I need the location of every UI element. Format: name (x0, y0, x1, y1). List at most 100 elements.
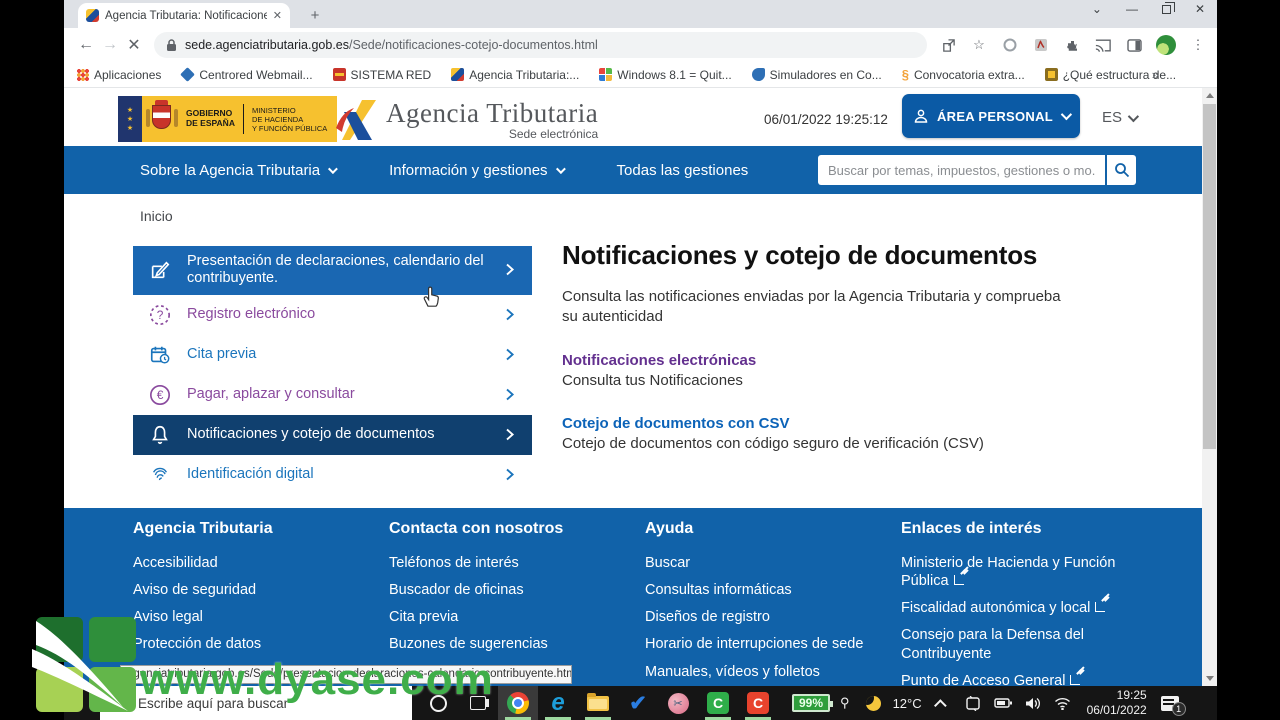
bookmark-item[interactable]: Centrored Webmail... (181, 68, 312, 82)
browser-tab[interactable]: Agencia Tributaria: Notificacione ✕ (78, 3, 290, 28)
back-icon[interactable]: ← (74, 36, 98, 54)
pdf-extension-icon[interactable] (1032, 36, 1050, 54)
footer-link[interactable]: Aviso de seguridad (133, 581, 378, 599)
tab-close-icon[interactable]: ✕ (273, 9, 282, 22)
stop-loading-icon[interactable]: ✕ (122, 35, 146, 55)
bookmark-item[interactable]: Aplicaciones (76, 68, 161, 82)
content-link[interactable]: Notificaciones electrónicas (562, 352, 1102, 369)
notification-center-button[interactable]: 1 (1161, 696, 1179, 711)
footer-link[interactable]: Consejo para la Defensa del Contribuyent… (901, 626, 1146, 662)
nav-item[interactable]: Todas las gestiones (617, 162, 749, 179)
bookmark-item[interactable]: §Convocatoria extra... (902, 68, 1025, 82)
bookmarks-overflow-icon[interactable]: » (1152, 67, 1159, 82)
feather-icon (28, 615, 158, 715)
site-search-input[interactable] (818, 155, 1105, 185)
footer-link[interactable]: Buscar (645, 554, 890, 572)
content-link-group: Cotejo de documentos con CSVCotejo de do… (562, 415, 1102, 452)
nav-item[interactable]: Información y gestiones (389, 162, 562, 179)
tray-battery-icon[interactable] (994, 697, 1012, 709)
language-selector[interactable]: ES (1102, 109, 1136, 126)
tray-expand-icon[interactable] (934, 699, 947, 712)
extensions-puzzle-icon[interactable] (1063, 36, 1081, 54)
search-button[interactable] (1107, 155, 1136, 185)
new-tab-button[interactable]: + (304, 5, 326, 27)
chrome-taskbar-icon[interactable] (498, 686, 538, 720)
tab-strip: Agencia Tributaria: Notificacione ✕ + ⌄ … (64, 0, 1217, 28)
cast-icon[interactable] (1094, 36, 1112, 54)
header-datetime: 06/01/2022 19:25:12 (764, 112, 888, 127)
sidebar-item[interactable]: Notificaciones y cotejo de documentos (133, 415, 532, 455)
file-explorer-taskbar-icon[interactable] (578, 686, 618, 720)
breadcrumb[interactable]: Inicio (140, 208, 173, 224)
bookmark-item[interactable]: SISTEMA RED (333, 68, 432, 82)
aeat-swoosh-icon (332, 98, 378, 142)
footer-column-title: Agencia Tributaria (133, 520, 378, 538)
aeat-favicon-icon (86, 9, 99, 22)
question-icon: ? (147, 302, 173, 328)
bookmark-item[interactable]: Agencia Tributaria:... (451, 68, 579, 82)
scrollbar-thumb[interactable] (1203, 104, 1216, 449)
area-personal-button[interactable]: ÁREA PERSONAL (902, 94, 1080, 138)
sidebar-item[interactable]: Presentación de declaraciones, calendari… (133, 246, 532, 295)
footer-link[interactable]: Horario de interrupciones de sede (645, 635, 890, 653)
content-link[interactable]: Cotejo de documentos con CSV (562, 415, 1102, 432)
menu-dots-icon[interactable]: ⋮ (1189, 36, 1207, 54)
tablet-mode-icon[interactable] (965, 696, 981, 711)
temperature-label[interactable]: 12°C (893, 696, 922, 711)
bookmark-item[interactable]: Windows 8.1 = Quit... (599, 68, 731, 82)
scroll-up-icon[interactable] (1202, 88, 1217, 103)
footer-link[interactable]: Cita previa (389, 608, 634, 626)
bookmark-star-icon[interactable]: ☆ (970, 36, 988, 54)
camtasia-red-taskbar-icon[interactable]: C (738, 686, 778, 720)
gobierno-espana-logo: ★★★ GOBIERNODE ESPAÑA MINISTERIODE HACIE… (118, 96, 337, 142)
content-link-desc: Consulta tus Notificaciones (562, 372, 1102, 389)
notification-badge: 1 (1172, 702, 1186, 716)
scroll-down-icon[interactable] (1202, 671, 1217, 686)
brand-name: Agencia Tributaria (386, 98, 598, 129)
sidebar-item[interactable]: Identificación digital (133, 455, 532, 495)
browser-toolbar: ← → ✕ sede.agenciatributaria.gob.es/Sede… (64, 28, 1217, 62)
wifi-icon[interactable] (1054, 697, 1071, 710)
nav-item[interactable]: Sobre la Agencia Tributaria (140, 162, 335, 179)
footer-link[interactable]: Consultas informáticas (645, 581, 890, 599)
orange-favicon-icon: § (902, 68, 909, 81)
footer-link[interactable]: Diseños de registro (645, 608, 890, 626)
share-icon[interactable] (939, 36, 957, 54)
window-menu-chevron-icon[interactable]: ⌄ (1092, 2, 1102, 16)
camtasia-green-taskbar-icon[interactable]: C (698, 686, 738, 720)
minimize-icon[interactable]: — (1126, 2, 1138, 16)
sidebar-item[interactable]: Cita previa (133, 335, 532, 375)
footer-link[interactable]: Fiscalidad autonómica y local (901, 599, 1146, 617)
snipping-app-taskbar-icon[interactable]: ✂ (658, 686, 698, 720)
sidebar-item[interactable]: €Pagar, aplazar y consultar (133, 375, 532, 415)
internet-explorer-taskbar-icon[interactable]: e (538, 686, 578, 720)
footer-link[interactable]: Protección de datos (133, 635, 378, 653)
profile-avatar[interactable] (1156, 35, 1176, 55)
page-scrollbar[interactable] (1202, 88, 1217, 686)
extension-circle-icon[interactable] (1001, 36, 1019, 54)
hand-cursor-icon (420, 284, 442, 308)
euro-icon: € (147, 382, 173, 408)
taskbar-clock[interactable]: 19:25 06/01/2022 (1087, 688, 1147, 718)
footer-link[interactable]: Punto de Acceso General (901, 672, 1146, 686)
speaker-icon[interactable] (1025, 697, 1041, 710)
restore-icon[interactable] (1162, 5, 1171, 14)
footer-link[interactable]: Accesibilidad (133, 554, 378, 572)
footer-link[interactable]: Manuales, vídeos y folletos (645, 663, 890, 681)
close-icon[interactable]: ✕ (1195, 2, 1205, 16)
bookmark-item[interactable]: Simuladores en Co... (752, 68, 882, 82)
main-content: Notificaciones y cotejo de documentos Co… (562, 240, 1102, 452)
footer-link[interactable]: Buscador de oficinas (389, 581, 634, 599)
side-panel-icon[interactable] (1125, 36, 1143, 54)
redflag-favicon-icon (333, 68, 346, 81)
footer-link[interactable]: Aviso legal (133, 608, 378, 626)
footer-link[interactable]: Teléfonos de interés (389, 554, 634, 572)
footer-link[interactable]: Ministerio de Hacienda y Función Pública (901, 554, 1146, 590)
tasks-app-taskbar-icon[interactable]: ✔ (618, 686, 658, 720)
sidebar-item[interactable]: ?Registro electrónico (133, 295, 532, 335)
agencia-tributaria-logo[interactable]: Agencia Tributaria Sede electrónica (332, 98, 598, 142)
footer-link[interactable]: Buzones de sugerencias (389, 635, 634, 653)
system-tray (965, 696, 1071, 711)
address-bar[interactable]: sede.agenciatributaria.gob.es/Sede/notif… (154, 32, 927, 58)
battery-widget[interactable]: 99% (792, 694, 830, 712)
